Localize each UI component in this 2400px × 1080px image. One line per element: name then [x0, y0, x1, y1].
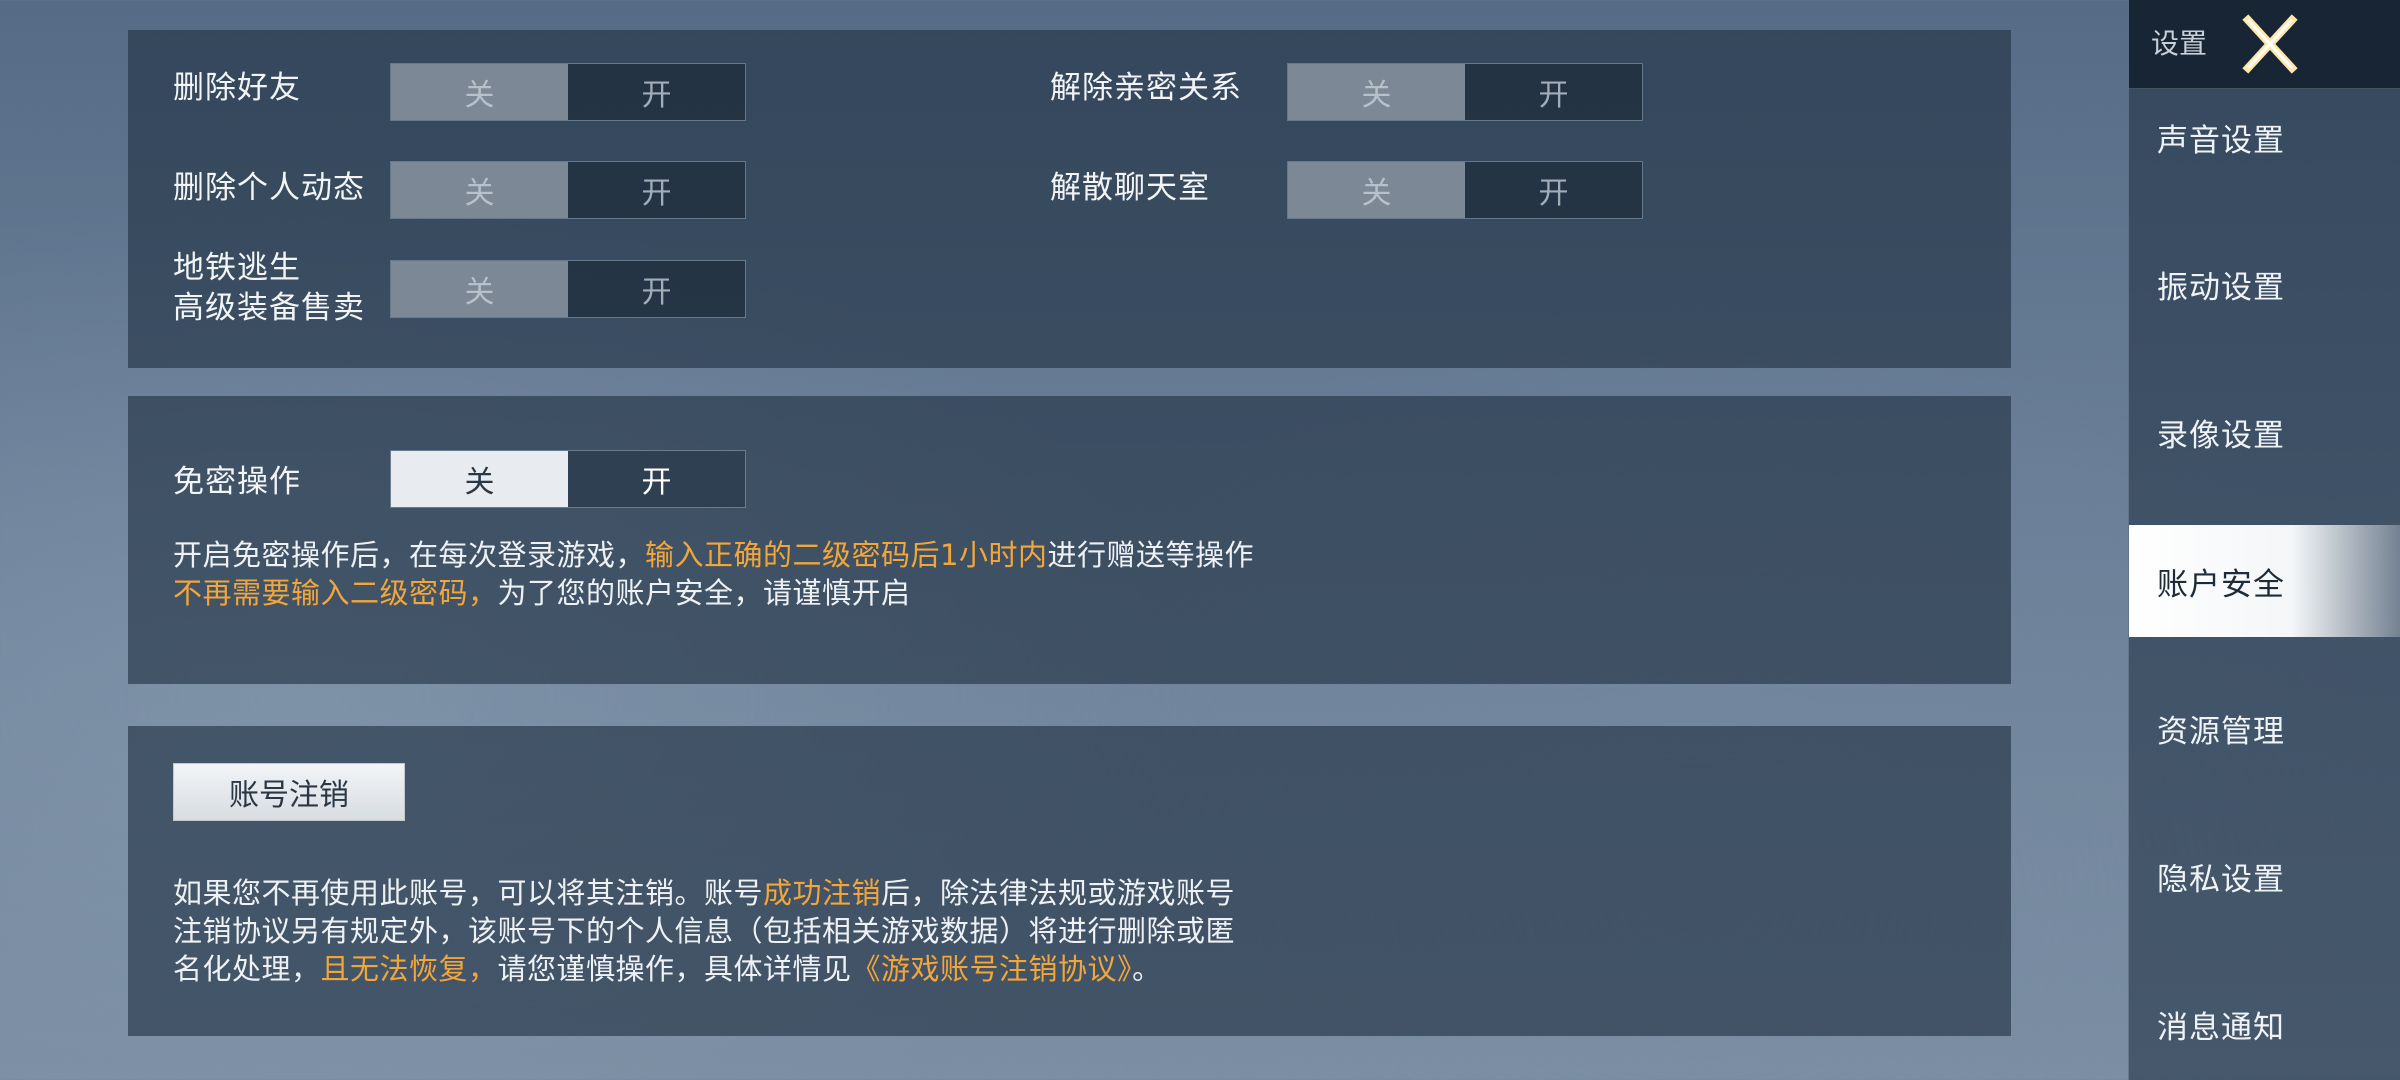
sidebar-item-sound[interactable]: 声音设置	[2129, 81, 2400, 193]
password-free-toggle[interactable]: 关 开	[390, 450, 746, 508]
desc-text: 请您谨慎操作，具体详情见	[497, 952, 852, 986]
sidebar-item-recording[interactable]: 录像设置	[2129, 376, 2400, 488]
dissolve-chatroom-row: 解散聊天室	[1050, 168, 1210, 208]
remove-intimacy-row: 解除亲密关系	[1050, 68, 1242, 108]
metro-sale-label-line1: 地铁逃生	[173, 250, 301, 286]
remove-intimacy-toggle[interactable]: 关 开	[1287, 63, 1643, 121]
dissolve-chatroom-toggle[interactable]: 关 开	[1287, 161, 1643, 219]
sidebar-title: 设置	[2151, 27, 2208, 60]
sidebar-item-privacy[interactable]: 隐私设置	[2129, 820, 2400, 932]
sidebar-item-account-security[interactable]: 账户安全	[2129, 525, 2400, 637]
password-free-panel: 免密操作 关 开 开启免密操作后，在每次登录游戏，输入正确的二级密码后1小时内进…	[128, 396, 2011, 684]
toggle-off-option[interactable]: 关	[391, 261, 568, 317]
toggle-on-option[interactable]: 开	[1465, 64, 1642, 120]
delete-friend-row: 删除好友	[173, 68, 301, 108]
toggle-off-option[interactable]: 关	[1288, 162, 1465, 218]
delete-friend-label: 删除好友	[173, 70, 301, 106]
toggle-on-option[interactable]: 开	[568, 64, 745, 120]
toggle-on-option[interactable]: 开	[1465, 162, 1642, 218]
desc-highlight: 不再需要输入二级密码，	[173, 576, 498, 610]
delete-moment-row: 删除个人动态	[173, 168, 365, 208]
metro-sale-row: 地铁逃生 高级装备售卖	[173, 248, 365, 328]
sidebar-header: 设置	[2129, 0, 2400, 89]
cancel-description-line3: 名化处理，且无法恢复，请您谨慎操作，具体详情见《游戏账号注销协议》。	[173, 950, 1162, 988]
toggle-on-option[interactable]: 开	[568, 162, 745, 218]
desc-highlight: 输入正确的二级密码后1小时内	[645, 538, 1048, 572]
account-cancel-button[interactable]: 账号注销	[173, 763, 405, 821]
toggle-off-option[interactable]: 关	[1288, 64, 1465, 120]
toggle-off-option[interactable]: 关	[391, 451, 568, 507]
password-free-description-line1: 开启免密操作后，在每次登录游戏，输入正确的二级密码后1小时内进行赠送等操作	[173, 536, 1254, 574]
desc-text: 如果您不再使用此账号，可以将其注销。账号	[173, 876, 764, 910]
desc-highlight: 成功注销	[763, 876, 882, 910]
dissolve-chatroom-label: 解散聊天室	[1050, 170, 1210, 206]
cancel-description-line2: 注销协议另有规定外，该账号下的个人信息（包括相关游戏数据）将进行删除或匿	[173, 914, 1236, 948]
account-cancel-panel: 账号注销 如果您不再使用此账号，可以将其注销。账号成功注销后，除法律法规或游戏账…	[128, 726, 2011, 1036]
desc-highlight: 且无法恢复，	[320, 952, 498, 986]
close-icon[interactable]	[2234, 8, 2306, 80]
delete-moment-toggle[interactable]: 关 开	[390, 161, 746, 219]
toggle-off-option[interactable]: 关	[391, 64, 568, 120]
sidebar-item-vibration[interactable]: 振动设置	[2129, 228, 2400, 340]
password-free-row: 免密操作	[173, 462, 301, 502]
cancel-description-line1: 如果您不再使用此账号，可以将其注销。账号成功注销后，除法律法规或游戏账号	[173, 874, 1235, 912]
delete-friend-toggle[interactable]: 关 开	[390, 63, 746, 121]
password-free-description-line2: 不再需要输入二级密码，为了您的账户安全，请谨慎开启	[173, 574, 911, 612]
desc-text: 为了您的账户安全，请谨慎开启	[497, 576, 911, 610]
cancel-agreement-link[interactable]: 《游戏账号注销协议》	[852, 952, 1133, 986]
desc-text: 。	[1132, 952, 1162, 986]
desc-text: 开启免密操作后，在每次登录游戏，	[173, 538, 646, 572]
sidebar-item-resource[interactable]: 资源管理	[2129, 672, 2400, 784]
desc-text: 进行赠送等操作	[1047, 538, 1254, 572]
sidebar-item-notification[interactable]: 消息通知	[2129, 968, 2400, 1080]
toggle-off-option[interactable]: 关	[391, 162, 568, 218]
toggle-on-option[interactable]: 开	[568, 451, 745, 507]
toggle-on-option[interactable]: 开	[568, 261, 745, 317]
desc-text: 名化处理，	[173, 952, 321, 986]
password-free-label: 免密操作	[173, 464, 301, 500]
metro-sale-label-line2: 高级装备售卖	[173, 290, 365, 326]
metro-sale-toggle[interactable]: 关 开	[390, 260, 746, 318]
remove-intimacy-label: 解除亲密关系	[1050, 70, 1242, 106]
desc-text: 后，除法律法规或游戏账号	[881, 876, 1236, 910]
delete-moment-label: 删除个人动态	[173, 170, 365, 206]
settings-sidebar: 设置 声音设置 振动设置 录像设置 账户安全 资源管理 隐私设置 消息通知	[2128, 0, 2400, 1080]
social-settings-panel: 删除好友 关 开 删除个人动态 关 开 地铁逃生 高级装备售卖 关 开 解除亲密…	[128, 30, 2011, 368]
